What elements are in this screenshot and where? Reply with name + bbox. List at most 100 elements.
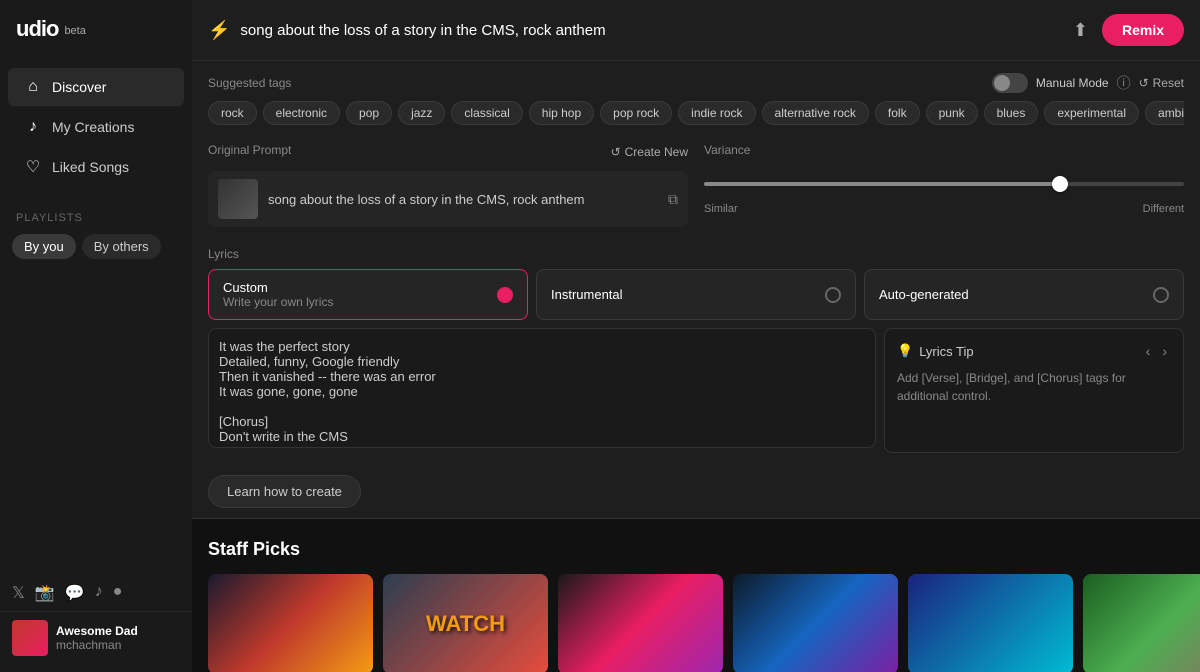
sidebar: udio beta ⌂ Discover ♪ My Creations ♡ Li… xyxy=(0,0,192,672)
pick-card-label: WATCH xyxy=(426,611,505,637)
tag-chip[interactable]: ambient xyxy=(1145,101,1184,125)
copy-icon[interactable]: ⧉ xyxy=(668,191,678,208)
variance-slider-container xyxy=(704,165,1184,199)
main-content: ⚡ ⬆ Remix Suggested tags Manual Mode ⓘ xyxy=(192,0,1200,672)
sidebar-item-label: Liked Songs xyxy=(52,159,129,175)
discord-icon[interactable]: 💬 xyxy=(65,583,85,603)
lyrics-editor-row: It was the perfect story Detailed, funny… xyxy=(208,328,1184,453)
sidebar-item-label: Discover xyxy=(52,79,106,95)
sidebar-track-name: Awesome Dad xyxy=(56,624,138,638)
tip-header: 💡 Lyrics Tip ‹ › xyxy=(897,341,1171,361)
manual-mode-row: Manual Mode ⓘ ↺ Reset xyxy=(992,73,1184,93)
tag-chip[interactable]: jazz xyxy=(398,101,445,125)
sidebar-item-my-creations[interactable]: ♪ My Creations xyxy=(8,108,184,146)
lyrics-option-auto[interactable]: Auto-generated xyxy=(864,269,1184,320)
lyrics-option-instrumental[interactable]: Instrumental xyxy=(536,269,856,320)
variance-different-label: Different xyxy=(1143,203,1184,215)
lyrics-custom-radio xyxy=(497,287,513,303)
tip-nav: ‹ › xyxy=(1142,341,1171,361)
variance-section: Variance Similar Different xyxy=(704,143,1184,215)
prompt-text: song about the loss of a story in the CM… xyxy=(268,192,658,207)
remix-button[interactable]: Remix xyxy=(1102,14,1184,46)
reset-button[interactable]: ↺ Reset xyxy=(1139,76,1184,90)
home-icon: ⌂ xyxy=(24,78,42,96)
lyrics-section: Lyrics Custom Write your own lyrics Inst… xyxy=(192,237,1200,465)
tags-row: rock electronic pop jazz classical hip h… xyxy=(208,101,1184,125)
nav-items: ⌂ Discover ♪ My Creations ♡ Liked Songs xyxy=(0,58,192,196)
staff-pick-card[interactable] xyxy=(558,574,723,672)
prompt-variance-row: Original Prompt ↺ Create New song about … xyxy=(192,133,1200,237)
reddit-icon[interactable]: ● xyxy=(113,583,123,603)
lyrics-instrumental-radio xyxy=(825,287,841,303)
staff-picks-section: Staff Picks WATCH xyxy=(192,519,1200,672)
sidebar-bottom: 𝕏 📸 💬 ♪ ● Awesome Dad mchachman xyxy=(0,567,192,672)
tags-label: Suggested tags xyxy=(208,76,291,90)
instagram-icon[interactable]: 📸 xyxy=(35,583,55,603)
lyrics-auto-name: Auto-generated xyxy=(879,287,969,302)
reset-icon: ↺ xyxy=(1139,76,1149,90)
tag-chip[interactable]: classical xyxy=(451,101,522,125)
tag-chip[interactable]: indie rock xyxy=(678,101,755,125)
variance-labels: Similar Different xyxy=(704,203,1184,215)
tag-chip[interactable]: rock xyxy=(208,101,257,125)
logo-area: udio beta xyxy=(0,0,192,58)
tag-chip[interactable]: electronic xyxy=(263,101,340,125)
variance-slider[interactable] xyxy=(704,182,1184,186)
learn-button[interactable]: Learn how to create xyxy=(208,475,361,508)
original-prompt-section: Original Prompt ↺ Create New song about … xyxy=(208,143,688,227)
reset-label: Reset xyxy=(1153,76,1184,90)
staff-pick-card[interactable] xyxy=(908,574,1073,672)
tag-chip[interactable]: pop rock xyxy=(600,101,672,125)
lyrics-custom-sub: Write your own lyrics xyxy=(223,295,333,309)
staff-pick-card[interactable] xyxy=(733,574,898,672)
tags-section: Suggested tags Manual Mode ⓘ ↺ Reset xyxy=(192,61,1200,133)
tag-chip[interactable]: pop xyxy=(346,101,392,125)
variance-similar-label: Similar xyxy=(704,203,738,215)
manual-mode-toggle[interactable] xyxy=(992,73,1028,93)
sidebar-item-discover[interactable]: ⌂ Discover xyxy=(8,68,184,106)
heart-icon: ♡ xyxy=(24,158,42,176)
staff-picks-title: Staff Picks xyxy=(208,539,1184,560)
lyrics-textarea[interactable]: It was the perfect story Detailed, funny… xyxy=(208,328,876,448)
staff-pick-card[interactable]: WATCH xyxy=(383,574,548,672)
tip-prev-button[interactable]: ‹ xyxy=(1142,341,1155,361)
tip-next-button[interactable]: › xyxy=(1158,341,1171,361)
twitter-icon[interactable]: 𝕏 xyxy=(12,583,25,603)
prompt-thumb xyxy=(218,179,258,219)
staff-pick-card[interactable] xyxy=(208,574,373,672)
social-icons: 𝕏 📸 💬 ♪ ● xyxy=(0,575,192,611)
tiktok-icon[interactable]: ♪ xyxy=(95,583,103,603)
sidebar-player-text: Awesome Dad mchachman xyxy=(56,624,138,652)
original-prompt-label: Original Prompt xyxy=(208,143,291,157)
playlists-label: PLAYLISTS xyxy=(0,196,192,230)
create-new-icon: ↺ xyxy=(611,145,621,159)
lyrics-option-custom[interactable]: Custom Write your own lyrics xyxy=(208,269,528,320)
tag-chip[interactable]: alternative rock xyxy=(762,101,869,125)
lyrics-textarea-container: It was the perfect story Detailed, funny… xyxy=(208,328,876,453)
playlist-tabs: By you By others xyxy=(0,230,192,263)
manual-mode-label: Manual Mode xyxy=(1036,76,1109,90)
sidebar-item-liked-songs[interactable]: ♡ Liked Songs xyxy=(8,148,184,186)
beta-badge: beta xyxy=(64,25,85,37)
sidebar-item-label: My Creations xyxy=(52,119,134,135)
prompt-input[interactable] xyxy=(240,22,1058,39)
tab-by-you[interactable]: By you xyxy=(12,234,76,259)
create-new-button[interactable]: ↺ Create New xyxy=(611,145,688,159)
lightbulb-icon: 💡 xyxy=(897,343,913,359)
tag-chip[interactable]: experimental xyxy=(1044,101,1139,125)
sidebar-player-info: Awesome Dad mchachman xyxy=(0,611,192,664)
music-icon: ♪ xyxy=(24,118,42,136)
learn-row: Learn how to create xyxy=(192,465,1200,518)
info-icon[interactable]: ⓘ xyxy=(1117,73,1131,93)
tag-chip[interactable]: hip hop xyxy=(529,101,594,125)
share-button[interactable]: ⬆ xyxy=(1069,16,1092,45)
tag-chip[interactable]: punk xyxy=(926,101,978,125)
staff-pick-card[interactable] xyxy=(1083,574,1200,672)
tag-chip[interactable]: folk xyxy=(875,101,920,125)
tab-by-others[interactable]: By others xyxy=(82,234,161,259)
toggle-knob xyxy=(994,75,1010,91)
sidebar-artist: mchachman xyxy=(56,638,138,652)
tip-title-text: Lyrics Tip xyxy=(919,344,973,359)
tip-title: 💡 Lyrics Tip xyxy=(897,343,974,359)
tag-chip[interactable]: blues xyxy=(984,101,1039,125)
